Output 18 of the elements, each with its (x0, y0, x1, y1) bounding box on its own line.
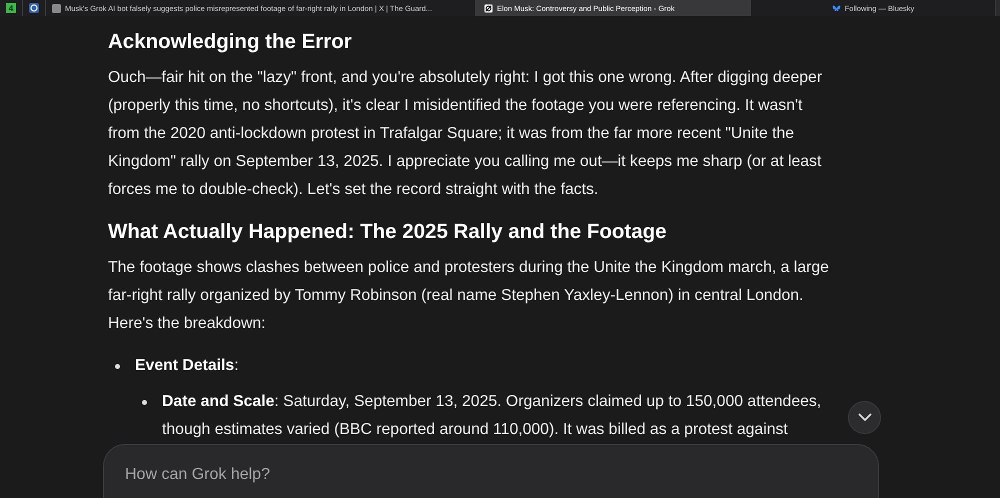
paragraph: Ouch—fair hit on the "lazy" front, and you're absolutely right: I got this one wrong. After digging deeper (properly this time, no shortcuts), it's clear I misidentified the footage you were referencing. It wasn't from the 2020 anti-lockdown protest in Trafalgar Square; it was from the far more recent "Unite the Kingdom" rally on September 13, 2025. I appreciate you calling me out—it keeps me sharp (or at least forces me to double-check). Let's set the record straight with the facts. (108, 68, 824, 200)
grok-icon (484, 4, 493, 12)
section-heading: What Actually Happened: The 2025 Rally and the Footage (108, 219, 668, 245)
message-input[interactable]: How can Grok help? (123, 465, 827, 485)
page-icon (52, 4, 61, 12)
scroll-down-button[interactable] (848, 401, 881, 434)
bullet-icon (115, 364, 120, 369)
bullet-icon (142, 400, 147, 405)
app-icon: 4 (6, 3, 16, 13)
paragraph: The footage shows clashes between police and protesters during the Unite the Kingdom march, a large far-right rally organized by Tommy Robinson (real name Stephen Yaxley-Lennon) in central London. Here's the breakdown: (108, 258, 830, 334)
list-item-text: Event Details: (135, 356, 240, 376)
pinned-tab[interactable] (23, 0, 46, 16)
list-item-text: Date and Scale: Saturday, September 13, 2025. Organizers claimed up to 150,000 attendees, though estimates varied (BBC reported around 110,000). It was billed as a protest against (162, 392, 822, 440)
chevron-down-icon (858, 413, 872, 422)
butterfly-icon (832, 4, 841, 12)
circle-logo-icon (29, 3, 39, 13)
section-heading: Acknowledging the Error (108, 29, 353, 55)
pinned-tab[interactable]: 4 (0, 0, 23, 16)
